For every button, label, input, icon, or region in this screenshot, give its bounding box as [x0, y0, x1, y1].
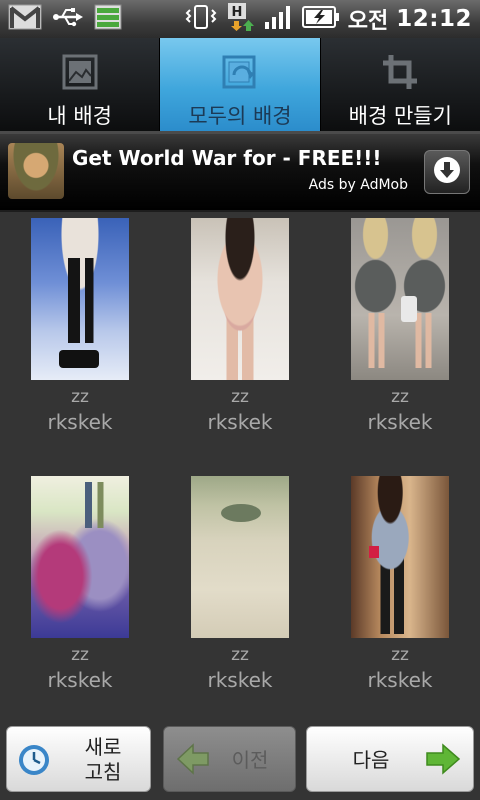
wallpaper-title: zz: [391, 645, 409, 665]
wallpaper-title: zz: [231, 387, 249, 407]
clock-ampm: 오전: [347, 9, 389, 34]
refresh-picture-icon: [220, 52, 260, 92]
crop-icon: [381, 52, 419, 92]
wallpaper-title: zz: [71, 645, 89, 665]
wallpaper-item[interactable]: zz rkskek: [160, 210, 320, 460]
prev-button[interactable]: 이전: [163, 726, 296, 792]
prev-label: 이전: [231, 748, 269, 772]
wallpaper-thumbnail[interactable]: [191, 218, 289, 380]
ad-banner[interactable]: Get World War for - FREE!!! Ads by AdMob: [0, 134, 480, 212]
tab-label: 배경 만들기: [348, 104, 452, 128]
wallpaper-author: rkskek: [367, 668, 433, 692]
wallpaper-item[interactable]: zz rkskek: [0, 210, 160, 460]
wallpaper-item[interactable]: zz rkskek: [160, 468, 320, 718]
wallpaper-author: rkskek: [47, 410, 113, 434]
wallpaper-author: rkskek: [367, 410, 433, 434]
signal-icon: [264, 4, 294, 34]
tab-make-wallpaper[interactable]: 배경 만들기: [320, 38, 480, 132]
picture-icon: [62, 52, 98, 92]
refresh-label-line2: 고침: [84, 760, 122, 784]
clock-refresh-icon: [17, 743, 51, 781]
wallpaper-item[interactable]: zz rkskek: [320, 210, 480, 460]
ad-game-thumbnail: [8, 143, 64, 199]
status-bar: H 오전 12:12: [0, 0, 480, 38]
gmail-icon: [8, 4, 42, 34]
wallpaper-thumbnail[interactable]: [31, 476, 129, 638]
wallpaper-author: rkskek: [207, 410, 273, 434]
tab-everyones-wallpapers[interactable]: 모두의 배경: [160, 38, 321, 132]
clock-time: 12:12: [396, 6, 472, 32]
hsdpa-data-icon: H: [226, 2, 256, 36]
tab-bar: 내 배경 모두의 배경 배경 만들기: [0, 38, 480, 132]
download-icon: [432, 155, 462, 189]
ad-download-button[interactable]: [424, 150, 470, 194]
svg-text:H: H: [231, 5, 242, 20]
tab-label: 내 배경: [47, 104, 112, 128]
wallpaper-thumbnail[interactable]: [351, 218, 449, 380]
usb-icon: [52, 6, 84, 32]
wallpaper-author: rkskek: [207, 668, 273, 692]
arrow-right-icon: [425, 742, 461, 780]
wallpaper-title: zz: [231, 645, 249, 665]
refresh-label-line1: 새로: [84, 735, 122, 759]
ad-attribution: Ads by AdMob: [308, 177, 408, 193]
wallpaper-title: zz: [71, 387, 89, 407]
next-button[interactable]: 다음: [306, 726, 474, 792]
tab-my-wallpapers[interactable]: 내 배경: [0, 38, 161, 132]
refresh-button[interactable]: 새로 고침: [6, 726, 151, 792]
wallpaper-author: rkskek: [47, 668, 113, 692]
storage-icon: [94, 4, 122, 34]
ad-title: Get World War for - FREE!!!: [72, 146, 382, 170]
wallpaper-item[interactable]: zz rkskek: [320, 468, 480, 718]
vibrate-icon: [184, 4, 218, 34]
next-label: 다음: [352, 748, 390, 772]
wallpaper-grid: zz rkskek zz rkskek zz rkskek zz rkskek …: [0, 210, 480, 720]
wallpaper-title: zz: [391, 387, 409, 407]
wallpaper-thumbnail[interactable]: [31, 218, 129, 380]
wallpaper-item[interactable]: zz rkskek: [0, 468, 160, 718]
tab-label: 모두의 배경: [188, 104, 292, 128]
battery-charging-icon: [301, 4, 340, 34]
arrow-left-icon: [176, 742, 210, 780]
wallpaper-thumbnail[interactable]: [351, 476, 449, 638]
wallpaper-thumbnail[interactable]: [191, 476, 289, 638]
